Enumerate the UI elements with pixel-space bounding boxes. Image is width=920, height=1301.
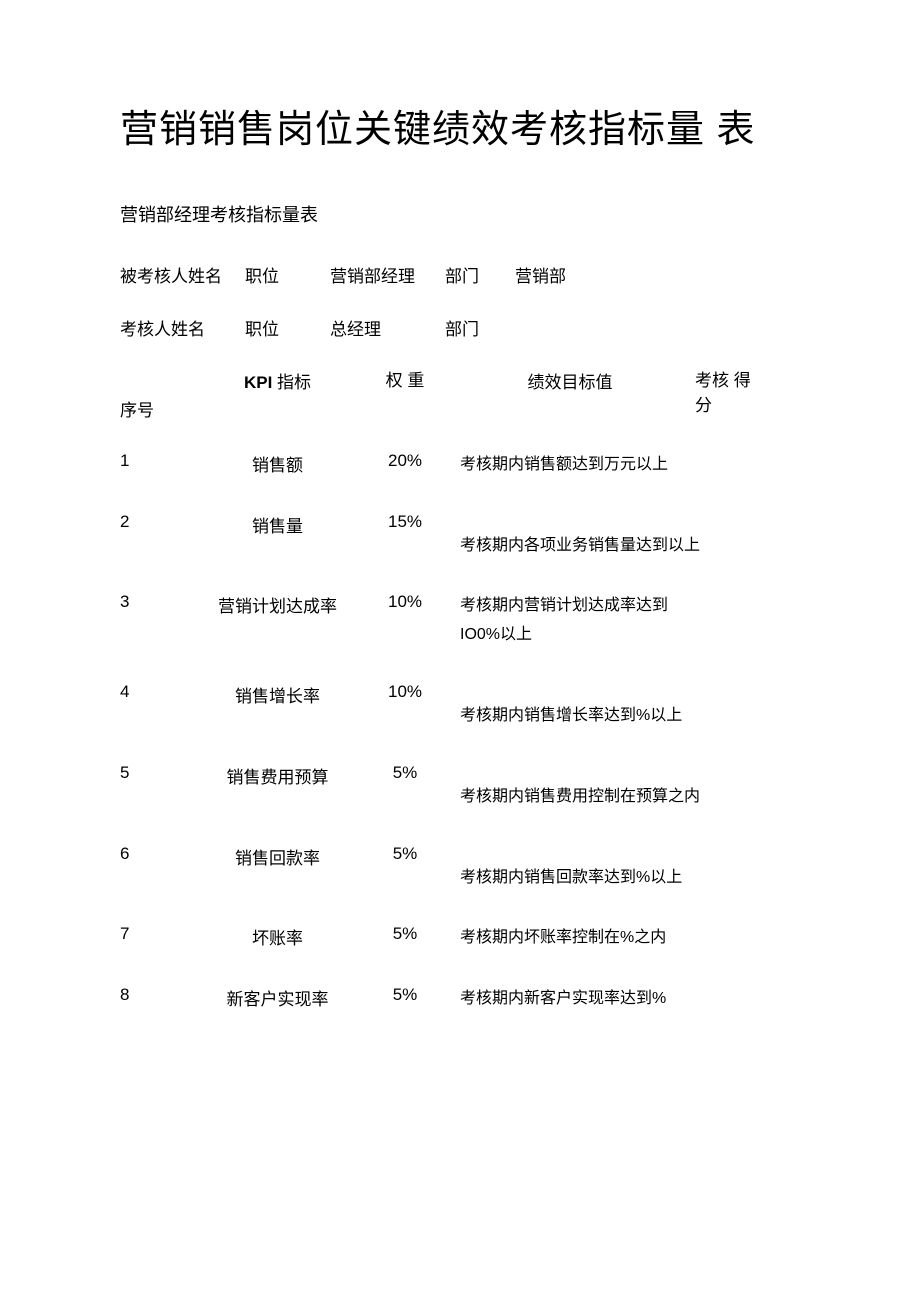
cell-target: 考核期内销售回款率达到%以上	[445, 844, 705, 893]
cell-target: 考核期内销售费用控制在预算之内	[445, 763, 705, 812]
cell-weight: 20%	[365, 451, 445, 471]
table-row: 7坏账率5%考核期内坏账率控制在%之内	[120, 924, 800, 953]
cell-target: 考核期内坏账率控制在%之内	[445, 924, 705, 953]
cell-weight: 10%	[365, 592, 445, 612]
cell-target: 考核期内新客户实现率达到%	[445, 985, 705, 1014]
cell-kpi: 销售回款率	[190, 844, 365, 869]
cell-kpi: 营销计划达成率	[190, 592, 365, 617]
cell-weight: 10%	[365, 682, 445, 702]
assessee-info-row: 被考核人姓名 职位 营销部经理 部门 营销部	[120, 262, 800, 287]
department-label: 部门	[445, 262, 515, 287]
header-weight: 权 重	[365, 368, 445, 394]
assessor-name-label: 考核人姓名	[120, 315, 245, 340]
cell-weight: 5%	[365, 763, 445, 783]
position-label-2: 职位	[245, 315, 330, 340]
table-row: 4销售增长率10%考核期内销售增长率达到%以上	[120, 682, 800, 731]
cell-kpi: 销售量	[190, 512, 365, 537]
table-header-row: 序号 KPI 指标 权 重 绩效目标值 考核 得分	[120, 368, 800, 421]
assessee-position-value: 营销部经理	[330, 262, 445, 287]
cell-kpi: 销售费用预算	[190, 763, 365, 788]
table-row: 2销售量15%考核期内各项业务销售量达到以上	[120, 512, 800, 561]
page-title: 营销销售岗位关键绩效考核指标量 表	[120, 100, 800, 161]
table-row: 3营销计划达成率10%考核期内营销计划达成率达到 IO0%以上	[120, 592, 800, 650]
cell-seq: 6	[120, 844, 190, 864]
header-target: 绩效目标值	[445, 368, 695, 393]
cell-weight: 5%	[365, 924, 445, 944]
cell-target: 考核期内营销计划达成率达到 IO0%以上	[445, 592, 705, 650]
cell-weight: 5%	[365, 844, 445, 864]
cell-seq: 8	[120, 985, 190, 1005]
cell-target: 考核期内各项业务销售量达到以上	[445, 512, 705, 561]
kpi-table: 序号 KPI 指标 权 重 绩效目标值 考核 得分 1销售额20%考核期内销售额…	[120, 368, 800, 1014]
table-row: 6销售回款率5%考核期内销售回款率达到%以上	[120, 844, 800, 893]
cell-seq: 5	[120, 763, 190, 783]
assessee-name-label: 被考核人姓名	[120, 262, 245, 287]
cell-kpi: 新客户实现率	[190, 985, 365, 1010]
cell-seq: 2	[120, 512, 190, 532]
assessee-department-value: 营销部	[515, 262, 566, 287]
cell-kpi: 销售增长率	[190, 682, 365, 707]
header-kpi-suffix: 指标	[272, 373, 311, 392]
table-row: 1销售额20%考核期内销售额达到万元以上	[120, 451, 800, 480]
cell-seq: 4	[120, 682, 190, 702]
cell-weight: 5%	[365, 985, 445, 1005]
header-kpi-prefix: KPI	[244, 373, 272, 392]
assessor-position-value: 总经理	[330, 315, 445, 340]
position-label: 职位	[245, 262, 330, 287]
table-row: 5销售费用预算5%考核期内销售费用控制在预算之内	[120, 763, 800, 812]
header-kpi: KPI 指标	[190, 368, 365, 393]
cell-seq: 3	[120, 592, 190, 612]
cell-kpi: 坏账率	[190, 924, 365, 949]
department-label-2: 部门	[445, 315, 515, 340]
header-score: 考核 得分	[695, 368, 765, 419]
subtitle: 营销部经理考核指标量表	[120, 201, 800, 227]
cell-weight: 15%	[365, 512, 445, 532]
cell-kpi: 销售额	[190, 451, 365, 476]
cell-seq: 7	[120, 924, 190, 944]
cell-target: 考核期内销售额达到万元以上	[445, 451, 705, 480]
cell-seq: 1	[120, 451, 190, 471]
table-row: 8新客户实现率5%考核期内新客户实现率达到%	[120, 985, 800, 1014]
assessor-info-row: 考核人姓名 职位 总经理 部门	[120, 315, 800, 340]
header-seq: 序号	[120, 368, 190, 421]
cell-target: 考核期内销售增长率达到%以上	[445, 682, 705, 731]
